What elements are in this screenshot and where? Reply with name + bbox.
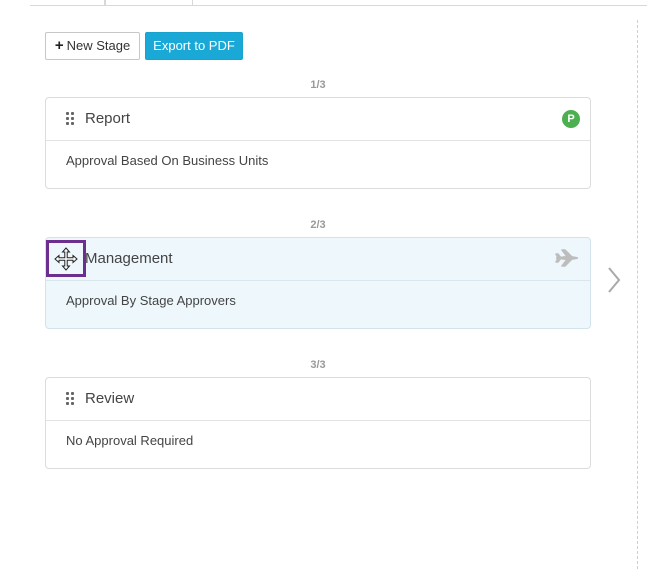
- export-pdf-button[interactable]: Export to PDF: [145, 32, 243, 60]
- stage-counter: 1/3: [310, 79, 326, 91]
- tab-strip-divider: [30, 5, 647, 6]
- chevron-right-icon[interactable]: [606, 266, 622, 294]
- stage-card-report[interactable]: Report P Approval Based On Business Unit…: [45, 97, 591, 189]
- stage-title: Report: [85, 110, 131, 127]
- drag-handle-icon[interactable]: [66, 112, 76, 126]
- stage-description: No Approval Required: [66, 433, 194, 448]
- tab-strip: [0, 0, 647, 6]
- stage-description: Approval By Stage Approvers: [66, 293, 236, 308]
- stage-counter: 3/3: [310, 359, 326, 371]
- stage-card-management[interactable]: Management Approval By Stage Approvers: [45, 237, 591, 329]
- drag-handle-move-cursor[interactable]: [46, 240, 86, 277]
- plus-icon: +: [54, 37, 64, 54]
- stage-card-review[interactable]: Review No Approval Required: [45, 377, 591, 469]
- drag-handle-icon[interactable]: [66, 392, 76, 406]
- export-pdf-label: Export to PDF: [153, 38, 235, 53]
- new-stage-label: New Stage: [66, 38, 131, 53]
- stage-card-header: Review: [46, 378, 590, 421]
- panel-divider: [637, 20, 638, 569]
- stage-title: Management: [85, 250, 173, 267]
- stage-card-header: Management: [46, 238, 590, 281]
- stage-counter: 2/3: [310, 219, 326, 231]
- new-stage-button[interactable]: + New Stage: [45, 32, 140, 60]
- stage-card-header: Report P: [46, 98, 590, 141]
- stage-description: Approval Based On Business Units: [66, 153, 269, 168]
- stage-title: Review: [85, 390, 135, 407]
- move-cursor-icon: [54, 246, 78, 271]
- airplane-icon: [555, 249, 578, 267]
- status-badge: P: [562, 110, 580, 128]
